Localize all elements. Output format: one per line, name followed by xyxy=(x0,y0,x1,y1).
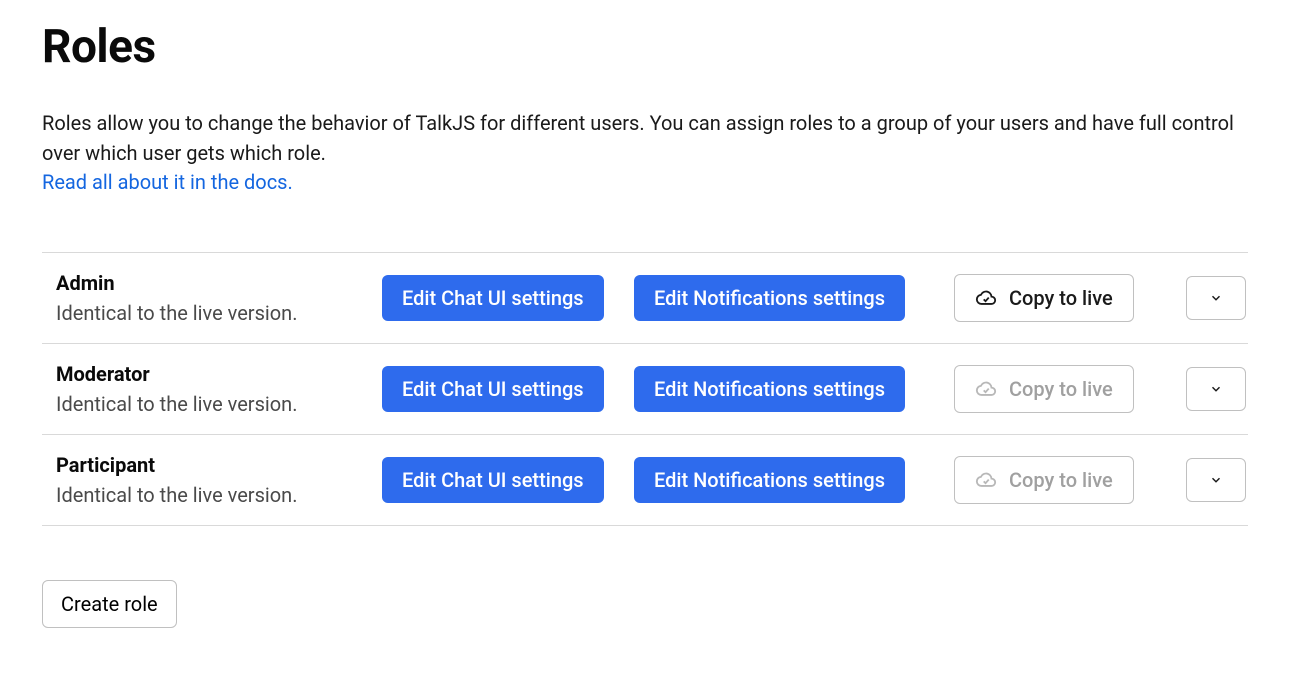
docs-link[interactable]: Read all about it in the docs. xyxy=(42,170,293,194)
chevron-down-icon xyxy=(1209,291,1223,305)
role-status: Identical to the live version. xyxy=(56,301,382,325)
cloud-icon xyxy=(975,378,997,400)
role-row: Participant Identical to the live versio… xyxy=(42,435,1248,526)
page-title: Roles xyxy=(42,20,1248,74)
copy-to-live-label: Copy to live xyxy=(1009,286,1113,310)
edit-chat-ui-button[interactable]: Edit Chat UI settings xyxy=(382,366,604,412)
copy-to-live-label: Copy to live xyxy=(1009,468,1113,492)
role-status: Identical to the live version. xyxy=(56,483,382,507)
edit-notifications-button[interactable]: Edit Notifications settings xyxy=(634,457,905,503)
edit-chat-ui-button[interactable]: Edit Chat UI settings xyxy=(382,457,604,503)
role-name: Participant xyxy=(56,453,382,477)
role-row: Admin Identical to the live version. Edi… xyxy=(42,253,1248,344)
edit-notifications-button[interactable]: Edit Notifications settings xyxy=(634,366,905,412)
chevron-down-icon xyxy=(1209,473,1223,487)
role-actions-dropdown[interactable] xyxy=(1186,276,1246,320)
cloud-icon xyxy=(975,469,997,491)
role-actions-dropdown[interactable] xyxy=(1186,367,1246,411)
create-role-button[interactable]: Create role xyxy=(42,580,177,628)
role-row: Moderator Identical to the live version.… xyxy=(42,344,1248,435)
edit-chat-ui-button[interactable]: Edit Chat UI settings xyxy=(382,275,604,321)
cloud-icon xyxy=(975,287,997,309)
intro-text: Roles allow you to change the behavior o… xyxy=(42,108,1242,168)
copy-to-live-button[interactable]: Copy to live xyxy=(954,456,1134,504)
roles-table: Admin Identical to the live version. Edi… xyxy=(42,252,1248,526)
role-name: Admin xyxy=(56,271,382,295)
copy-to-live-button[interactable]: Copy to live xyxy=(954,365,1134,413)
chevron-down-icon xyxy=(1209,382,1223,396)
role-status: Identical to the live version. xyxy=(56,392,382,416)
edit-notifications-button[interactable]: Edit Notifications settings xyxy=(634,275,905,321)
copy-to-live-button[interactable]: Copy to live xyxy=(954,274,1134,322)
role-actions-dropdown[interactable] xyxy=(1186,458,1246,502)
role-name: Moderator xyxy=(56,362,382,386)
copy-to-live-label: Copy to live xyxy=(1009,377,1113,401)
